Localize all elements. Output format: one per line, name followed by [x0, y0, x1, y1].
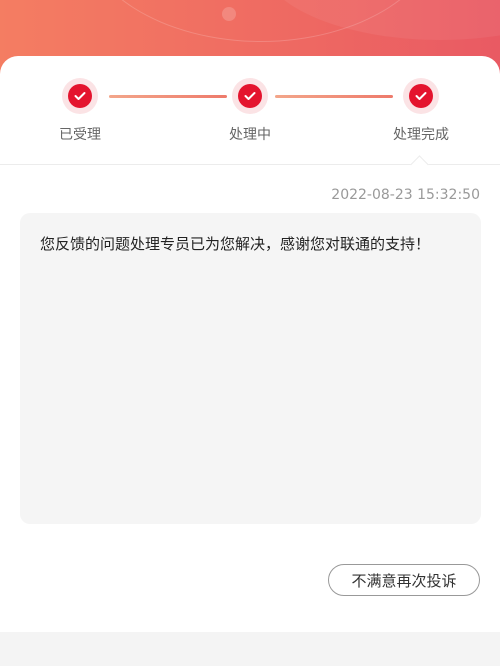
message-bubble: 您反馈的问题处理专员已为您解决，感谢您对联通的支持！ — [20, 213, 481, 524]
bottom-divider — [0, 632, 500, 666]
progress-step-completed: 处理完成 — [376, 78, 466, 144]
check-icon — [409, 84, 433, 108]
page: 已受理 处理中 处理完成 2022-08-23 15:32:50 您反馈的问题处… — [0, 0, 500, 666]
progress-tracker: 已受理 处理中 处理完成 — [0, 56, 500, 174]
check-icon — [238, 84, 262, 108]
step-halo — [403, 78, 439, 114]
message-text: 您反馈的问题处理专员已为您解决，感谢您对联通的支持！ — [40, 235, 431, 253]
content-card: 已受理 处理中 处理完成 2022-08-23 15:32:50 您反馈的问题处… — [0, 56, 500, 666]
step-label: 处理完成 — [393, 127, 449, 143]
message-timestamp: 2022-08-23 15:32:50 — [331, 187, 480, 203]
step-halo — [232, 78, 268, 114]
header-decoration-dot — [222, 7, 236, 21]
step-label: 处理中 — [229, 127, 271, 143]
step-halo — [62, 78, 98, 114]
check-icon — [68, 84, 92, 108]
progress-step-accepted: 已受理 — [35, 78, 125, 144]
progress-step-processing: 处理中 — [205, 78, 295, 144]
step-label: 已受理 — [59, 127, 101, 143]
complain-again-button[interactable]: 不满意再次投诉 — [328, 564, 480, 596]
active-step-pointer — [410, 155, 429, 174]
